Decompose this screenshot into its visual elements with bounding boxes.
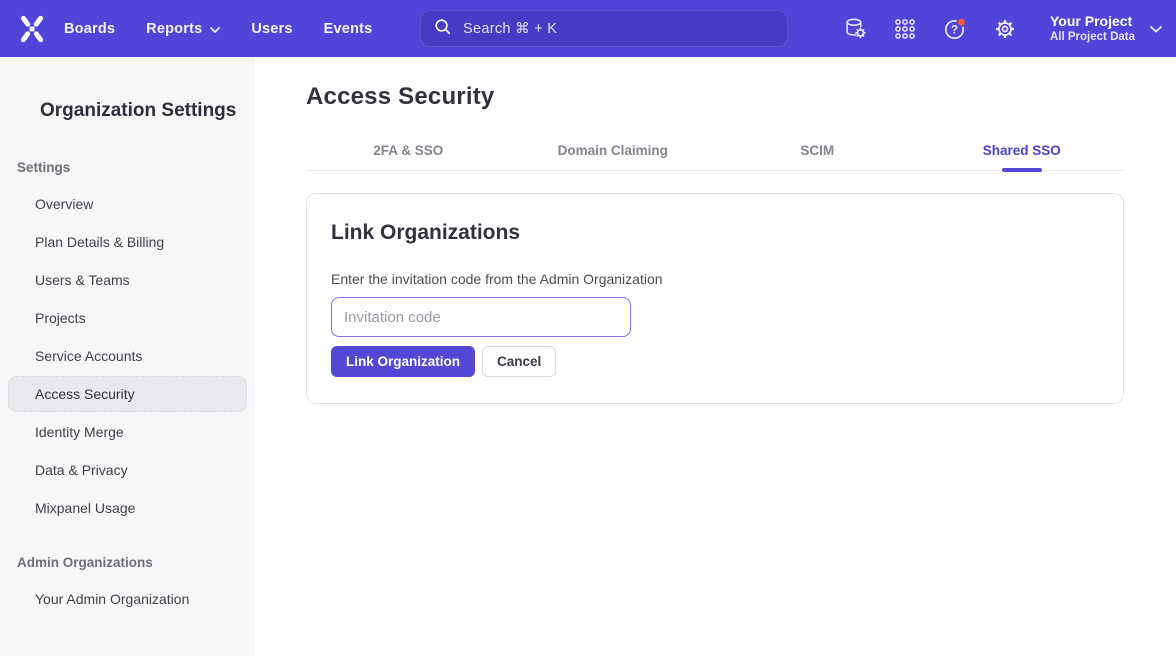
sidebar-section-admin-organizations: Admin Organizations (17, 555, 255, 571)
global-search[interactable] (420, 10, 788, 47)
active-tab-indicator (1002, 168, 1042, 172)
sidebar-item-plan-details-billing[interactable]: Plan Details & Billing (8, 224, 247, 260)
sidebar-item-mixpanel-usage[interactable]: Mixpanel Usage (8, 490, 247, 526)
sidebar-item-identity-merge[interactable]: Identity Merge (8, 414, 247, 450)
sidebar-item-access-security[interactable]: Access Security (8, 376, 247, 412)
cancel-button[interactable]: Cancel (482, 346, 556, 377)
card-actions: Link Organization Cancel (331, 346, 1099, 377)
link-organizations-card: Link Organizations Enter the invitation … (306, 193, 1124, 404)
search-icon (433, 17, 452, 41)
nav-item-events[interactable]: Events (324, 21, 373, 37)
page-title: Access Security (306, 82, 1124, 111)
project-name: Your Project (1050, 13, 1135, 31)
sidebar-item-users-teams[interactable]: Users & Teams (8, 262, 247, 298)
project-subtitle: All Project Data (1050, 30, 1135, 44)
nav-item-boards[interactable]: Boards (64, 21, 115, 37)
invitation-code-input[interactable] (331, 297, 631, 337)
settings-gear-icon[interactable] (993, 17, 1017, 41)
nav-item-users[interactable]: Users (251, 21, 292, 37)
invitation-code-description: Enter the invitation code from the Admin… (331, 271, 1099, 288)
main-content: Access Security 2FA & SSO Domain Claimin… (255, 57, 1176, 656)
sidebar-item-service-accounts[interactable]: Service Accounts (8, 338, 247, 374)
access-security-tabs: 2FA & SSO Domain Claiming SCIM Shared SS… (306, 131, 1124, 171)
nav-item-reports[interactable]: Reports (146, 21, 220, 37)
project-switcher[interactable]: Your Project All Project Data (1050, 13, 1162, 45)
settings-list: Overview Plan Details & Billing Users & … (0, 186, 255, 526)
svg-text:?: ? (951, 24, 958, 36)
chevron-down-icon (210, 21, 220, 37)
help-icon[interactable]: ? (942, 16, 968, 42)
apps-grid-icon[interactable] (893, 17, 917, 41)
card-title: Link Organizations (331, 220, 1099, 245)
tab-2fa-sso[interactable]: 2FA & SSO (306, 131, 511, 170)
sidebar-item-projects[interactable]: Projects (8, 300, 247, 336)
tab-domain-claiming[interactable]: Domain Claiming (511, 131, 716, 170)
notification-dot (957, 18, 965, 26)
data-management-icon[interactable] (843, 16, 868, 41)
link-organization-button[interactable]: Link Organization (331, 346, 475, 377)
primary-nav: Boards Reports Users Events (64, 21, 403, 37)
sidebar-title: Organization Settings (40, 100, 255, 122)
sidebar-item-overview[interactable]: Overview (8, 186, 247, 222)
sidebar-section-settings: Settings (17, 160, 255, 176)
sidebar-item-data-privacy[interactable]: Data & Privacy (8, 452, 247, 488)
admin-organizations-list: Your Admin Organization (0, 581, 255, 617)
nav-right-cluster: ? Your Project All Project Data (843, 0, 1162, 57)
mixpanel-logo-icon[interactable] (0, 14, 64, 44)
tab-scim[interactable]: SCIM (715, 131, 920, 170)
search-input[interactable] (461, 20, 775, 38)
sidebar: Organization Settings Settings Overview … (0, 57, 255, 656)
chevron-down-icon (1150, 20, 1162, 38)
tab-shared-sso[interactable]: Shared SSO (920, 131, 1125, 170)
sidebar-item-your-admin-organization[interactable]: Your Admin Organization (8, 581, 247, 617)
top-nav: Boards Reports Users Events (0, 0, 1176, 57)
